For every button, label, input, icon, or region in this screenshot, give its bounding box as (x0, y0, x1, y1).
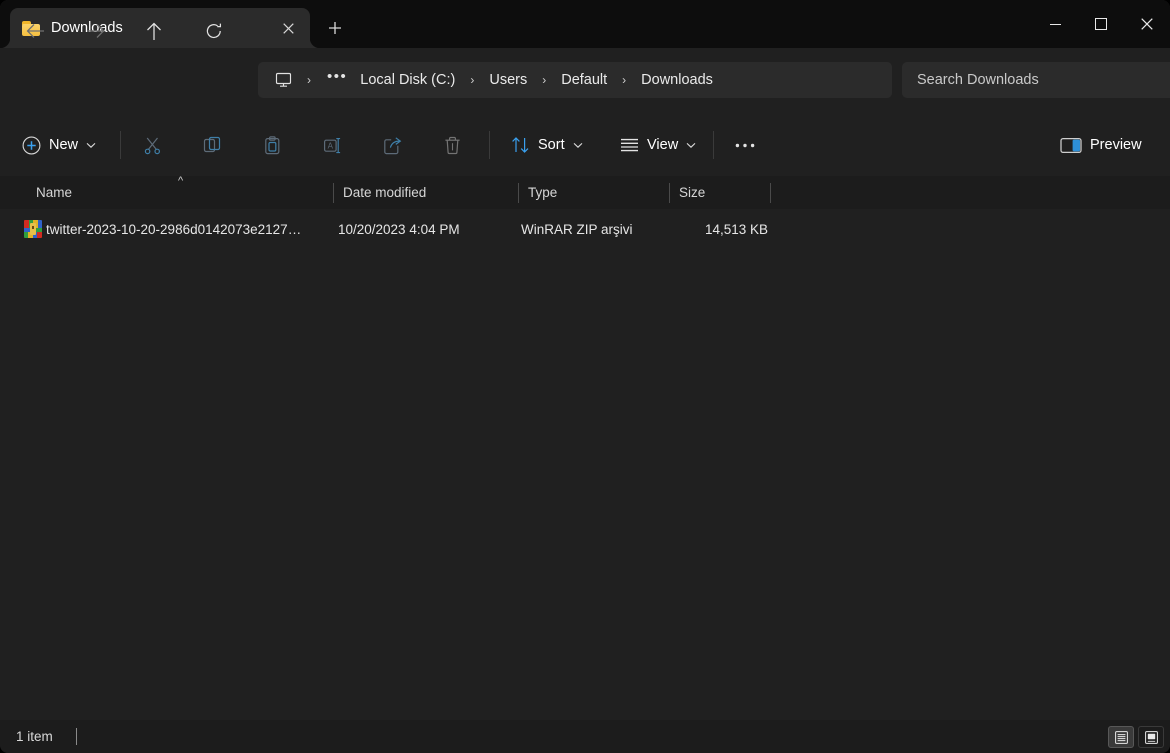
plus-icon (329, 22, 341, 34)
paste-button[interactable] (254, 127, 290, 163)
title-bar: Downloads (0, 0, 1170, 48)
breadcrumb-item-downloads[interactable]: Downloads (635, 67, 719, 93)
sort-arrows-icon (511, 136, 530, 154)
toolbar-divider (120, 131, 121, 159)
search-input[interactable]: Search Downloads (902, 62, 1170, 98)
forward-button[interactable] (78, 14, 112, 48)
up-button[interactable] (137, 14, 171, 48)
file-explorer-window: Downloads › ••• Local Disk (C:) › Users … (0, 0, 1170, 753)
maximize-icon (1095, 18, 1107, 30)
file-name: twitter-2023-10-20-2986d0142073e2127… (46, 221, 302, 237)
breadcrumb-item-users[interactable]: Users (483, 67, 533, 93)
column-header-size-label: Size (679, 185, 706, 200)
close-icon (282, 22, 294, 34)
preview-button[interactable]: Preview (1052, 127, 1150, 163)
file-date-modified: 10/20/2023 4:04 PM (338, 221, 460, 237)
breadcrumb[interactable]: › ••• Local Disk (C:) › Users › Default … (258, 62, 892, 98)
view-button-label: View (647, 137, 679, 153)
cut-button[interactable] (134, 127, 170, 163)
status-divider (76, 728, 77, 745)
rename-icon: A (323, 136, 342, 155)
view-button[interactable]: View (612, 127, 704, 163)
status-bar: 1 item (0, 720, 1170, 753)
toolbar-divider (713, 131, 714, 159)
column-header-date-modified[interactable]: Date modified (334, 176, 518, 209)
monitor-glyph-icon (275, 72, 291, 87)
large-icons-view-icon (1144, 730, 1158, 744)
chevron-down-icon (686, 142, 696, 149)
breadcrumb-separator: › (542, 73, 547, 87)
window-controls (1032, 0, 1170, 48)
view-lines-icon (620, 138, 639, 152)
back-button[interactable] (18, 14, 52, 48)
column-header-size[interactable]: Size (670, 176, 770, 209)
column-header-type[interactable]: Type (519, 176, 669, 209)
breadcrumb-separator: › (622, 73, 627, 87)
close-tab-icon[interactable] (274, 14, 302, 42)
details-view-toggle[interactable] (1108, 726, 1134, 748)
chevron-down-icon (573, 142, 583, 149)
svg-text:A: A (327, 141, 333, 150)
minimize-icon (1049, 23, 1061, 25)
file-size: 14,513 KB (704, 221, 768, 237)
refresh-icon (206, 23, 222, 39)
breadcrumb-item-default[interactable]: Default (555, 67, 613, 93)
column-divider[interactable] (770, 183, 771, 203)
minimize-button[interactable] (1032, 0, 1078, 48)
paste-icon (263, 135, 282, 155)
column-header-row: Name ^ Date modified Type Size (0, 176, 1170, 209)
sort-button-label: Sort (538, 137, 565, 153)
maximize-button[interactable] (1078, 0, 1124, 48)
delete-button[interactable] (434, 127, 470, 163)
forward-arrow-icon (86, 24, 104, 38)
breadcrumb-item-local-disk[interactable]: Local Disk (C:) (354, 67, 461, 93)
large-icons-view-toggle[interactable] (1138, 726, 1164, 748)
share-button[interactable] (374, 127, 410, 163)
breadcrumb-overflow-button[interactable]: ••• (320, 69, 354, 89)
close-icon (1141, 18, 1153, 30)
column-header-name-label: Name (36, 185, 73, 200)
winrar-archive-icon (24, 220, 42, 238)
plus-circle-icon (22, 136, 41, 155)
close-window-button[interactable] (1124, 0, 1170, 48)
chevron-down-icon (86, 142, 96, 149)
rename-button[interactable]: A (314, 127, 350, 163)
new-tab-button[interactable] (318, 11, 352, 45)
new-button[interactable]: New (14, 127, 104, 163)
refresh-button[interactable] (197, 14, 231, 48)
breadcrumb-separator: › (470, 73, 475, 87)
back-arrow-icon (26, 24, 44, 38)
ellipsis-icon (735, 143, 755, 148)
details-view-icon (1114, 730, 1128, 744)
file-list[interactable]: twitter-2023-10-20-2986d0142073e2127… 10… (0, 209, 1170, 720)
preview-button-label: Preview (1090, 137, 1142, 153)
up-arrow-icon (147, 22, 161, 40)
column-header-type-label: Type (528, 185, 558, 200)
tab-strip: Downloads (0, 0, 352, 48)
breadcrumb-separator: › (307, 73, 311, 87)
item-count-label: 1 item (16, 729, 53, 744)
sort-button[interactable]: Sort (503, 127, 591, 163)
scissors-icon (143, 136, 162, 155)
new-button-label: New (49, 137, 79, 153)
share-icon (383, 136, 402, 155)
sort-ascending-caret-icon: ^ (178, 175, 184, 187)
monitor-icon[interactable] (268, 65, 298, 95)
search-placeholder: Search Downloads (917, 72, 1039, 88)
column-header-date-label: Date modified (343, 185, 427, 200)
column-header-name[interactable]: Name (0, 176, 333, 209)
trash-icon (443, 136, 462, 155)
preview-pane-icon (1060, 137, 1082, 154)
toolbar-divider (489, 131, 490, 159)
more-options-button[interactable] (727, 127, 763, 163)
table-row[interactable]: twitter-2023-10-20-2986d0142073e2127… 10… (8, 215, 1162, 243)
copy-button[interactable] (194, 127, 230, 163)
copy-icon (203, 136, 222, 155)
